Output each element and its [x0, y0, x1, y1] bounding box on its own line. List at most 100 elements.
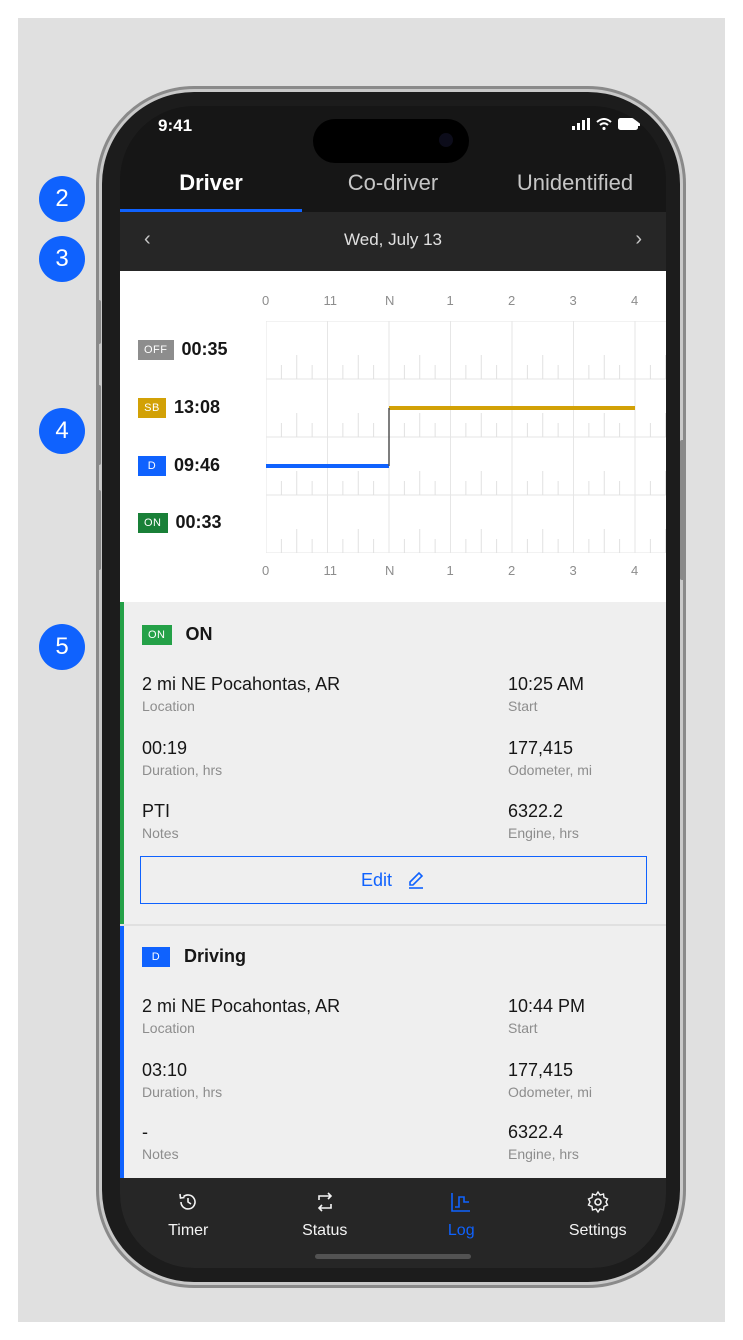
location-field: 2 mi NE Pocahontas, AR Location	[142, 996, 340, 1036]
notes-label: Notes	[142, 825, 179, 841]
notes-field: - Notes	[142, 1122, 179, 1162]
engine-field: 6322.2 Engine, hrs	[508, 801, 579, 841]
status-time: 9:41	[158, 116, 193, 135]
duration-value: 03:10	[142, 1060, 188, 1080]
driver-tabs: Driver Co-driver Unidentified	[120, 158, 666, 212]
engine-label: Engine, hrs	[508, 1146, 579, 1162]
odometer-label: Odometer, mi	[508, 1084, 593, 1100]
badge-number: 3	[55, 245, 69, 272]
dynamic-island	[313, 119, 469, 163]
step-badge-3: 3	[39, 236, 85, 282]
notes-label: Notes	[142, 1146, 179, 1162]
legend-sb: SB 13:08	[138, 397, 220, 418]
status-pill-sb: SB	[138, 397, 166, 418]
tab-co-driver[interactable]: Co-driver	[302, 158, 484, 212]
tab-driver[interactable]: Driver	[120, 158, 302, 212]
status-pill-d: D	[142, 946, 170, 967]
odometer-value: 177,415	[508, 1060, 574, 1080]
legend-off: OFF 00:35	[138, 339, 228, 360]
hour-tick-label: 3	[569, 563, 577, 578]
step-badge-5: 5	[39, 624, 85, 670]
start-label: Start	[508, 1020, 538, 1036]
pencil-icon	[409, 871, 424, 889]
camera-icon	[439, 133, 453, 147]
hour-tick-label: 1	[446, 293, 454, 308]
status-bar: 9:41	[120, 106, 666, 163]
current-date: Wed, July 13	[344, 230, 442, 249]
phone-side-button	[680, 440, 685, 580]
legend-value-d: 09:46	[174, 455, 221, 475]
nav-label: Log	[447, 1222, 475, 1239]
location-value: 2 mi NE Pocahontas, AR	[142, 996, 341, 1016]
start-value: 10:25 AM	[508, 674, 585, 694]
battery-icon	[618, 118, 640, 130]
step-badge-4: 4	[39, 408, 85, 454]
legend-value-off: 00:35	[181, 339, 228, 359]
location-field: 2 mi NE Pocahontas, AR Location	[142, 674, 340, 714]
nav-label: Timer	[168, 1222, 209, 1239]
log-grid	[266, 321, 666, 553]
hour-tick-label: 11	[323, 293, 338, 308]
nav-timer[interactable]: Timer	[120, 1178, 257, 1268]
nav-settings[interactable]: Settings	[530, 1178, 667, 1268]
gear-icon	[587, 1190, 609, 1214]
status-pill-on: ON	[138, 512, 168, 533]
legend-d: D 09:46	[138, 455, 220, 476]
odometer-field: 177,415 Odometer, mi	[508, 738, 592, 778]
location-label: Location	[142, 698, 195, 714]
chevron-right-icon[interactable]: ›	[635, 228, 642, 251]
system-icons	[572, 118, 640, 130]
log-chart-icon	[451, 1193, 471, 1212]
edit-button[interactable]: Edit	[140, 856, 647, 904]
event-status-bar	[120, 602, 124, 924]
hour-tick-label: N	[385, 563, 395, 578]
tab-unidentified[interactable]: Unidentified	[484, 158, 666, 212]
location-value: 2 mi NE Pocahontas, AR	[142, 674, 341, 694]
odometer-value: 177,415	[508, 738, 574, 758]
status-pill-off: OFF	[138, 339, 174, 360]
hour-tick-label: 2	[508, 293, 516, 308]
status-pill-d: D	[138, 455, 166, 476]
phone-side-button	[96, 300, 101, 344]
hour-tick-label: 4	[631, 293, 639, 308]
hour-tick-label: 3	[569, 293, 577, 308]
date-navigator: ‹ Wed, July 13 ›	[120, 212, 666, 271]
event-title: ON	[185, 624, 213, 644]
history-icon	[179, 1193, 196, 1210]
wifi-icon	[596, 118, 612, 130]
hour-tick-label: 0	[262, 563, 270, 578]
event-header: D Driving	[142, 946, 246, 967]
engine-field: 6322.4 Engine, hrs	[508, 1122, 579, 1162]
badge-number: 4	[55, 417, 69, 444]
event-list: ON ON 2 mi NE Pocahontas, AR Location 10:…	[120, 602, 666, 1178]
notes-field: PTI Notes	[142, 801, 179, 841]
hour-tick-label: N	[385, 293, 395, 308]
duration-label: Duration, hrs	[142, 762, 223, 778]
engine-value: 6322.2	[508, 801, 564, 821]
duration-field: 03:10 Duration, hrs	[142, 1060, 222, 1100]
start-field: 10:25 AM Start	[508, 674, 584, 714]
status-pill-on: ON	[142, 624, 172, 645]
odometer-label: Odometer, mi	[508, 762, 593, 778]
legend-value-on: 00:33	[175, 512, 222, 532]
odometer-field: 177,415 Odometer, mi	[508, 1060, 592, 1100]
phone-side-button	[96, 385, 101, 465]
nav-label: Settings	[568, 1222, 627, 1239]
badge-number: 2	[55, 185, 69, 212]
nav-label: Status	[302, 1222, 348, 1239]
phone-side-button	[96, 490, 101, 570]
legend-on: ON 00:33	[138, 512, 222, 533]
phone-screen: 9:41 Driver Co-driver Unidentified ‹ Wed…	[120, 106, 666, 1268]
legend-value-sb: 13:08	[174, 397, 221, 417]
event-card-on: ON ON 2 mi NE Pocahontas, AR Location 10:…	[120, 602, 666, 924]
start-label: Start	[508, 698, 538, 714]
edit-label: Edit	[360, 869, 393, 890]
event-title: Driving	[184, 946, 247, 966]
swap-icon	[317, 1192, 332, 1212]
hour-tick-label: 4	[631, 563, 639, 578]
notes-value: -	[142, 1122, 148, 1142]
duration-field: 00:19 Duration, hrs	[142, 738, 222, 778]
signal-icon	[572, 118, 590, 130]
event-card-driving: D Driving 2 mi NE Pocahontas, AR Location…	[120, 926, 666, 1178]
event-status-bar	[120, 926, 124, 1178]
